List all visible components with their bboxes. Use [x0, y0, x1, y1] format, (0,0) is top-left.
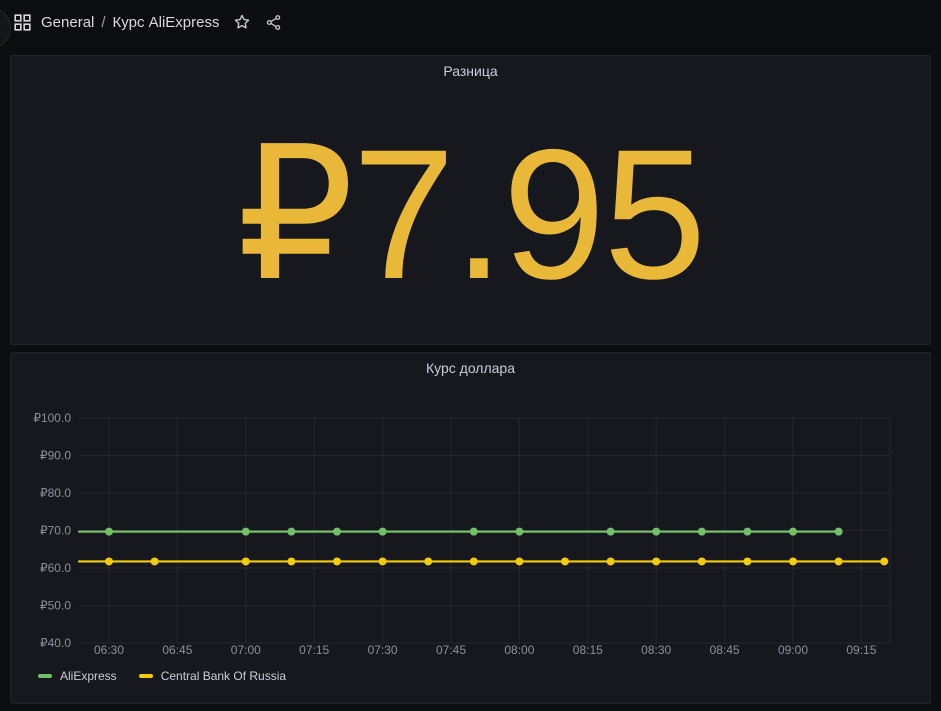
x-axis-tick-label: 08:45	[710, 643, 740, 657]
x-axis-tick-label: 08:15	[573, 643, 603, 657]
legend-label: AliExpress	[60, 669, 117, 683]
series-point	[652, 557, 660, 565]
series-point	[242, 528, 250, 536]
breadcrumb-folder[interactable]: General	[41, 14, 94, 31]
breadcrumb: General / Курс AliExpress	[41, 14, 219, 31]
series-point	[515, 557, 523, 565]
y-axis-tick-label: ₽90.0	[40, 449, 71, 463]
series-point	[105, 557, 113, 565]
x-axis-tick-label: 07:45	[436, 643, 466, 657]
stat-value: ₽7.95	[11, 86, 930, 344]
breadcrumb-separator: /	[101, 14, 105, 31]
series-point	[287, 557, 295, 565]
legend-swatch	[139, 674, 153, 678]
share-icon[interactable]	[265, 14, 282, 31]
series-point	[470, 528, 478, 536]
series-point	[379, 557, 387, 565]
series-point	[835, 557, 843, 565]
dashboard-grid: Разница ₽7.95 Курс доллара ₽100.0 ₽90.0 ₽8…	[0, 55, 941, 704]
x-axis-tick-label: 09:00	[778, 643, 808, 657]
timeseries-chart[interactable]: ₽100.0 ₽90.0 ₽80.0 ₽70.0 ₽60.0 ₽50.0 ₽40.0 06:3…	[11, 396, 928, 666]
top-navbar: General / Курс AliExpress	[0, 0, 941, 44]
y-axis-tick-label: ₽70.0	[40, 524, 71, 538]
series-point	[561, 557, 569, 565]
series-point	[607, 528, 615, 536]
y-axis-tick-label: ₽80.0	[40, 486, 71, 500]
y-axis-tick-label: ₽40.0	[40, 636, 71, 650]
x-axis-tick-label: 08:00	[504, 643, 534, 657]
series-point	[333, 528, 341, 536]
x-axis-tick-label: 06:45	[162, 643, 192, 657]
panel-title-kurs-dollara[interactable]: Курс доллара	[11, 353, 930, 383]
series-point	[242, 557, 250, 565]
legend-label: Central Bank Of Russia	[161, 669, 286, 683]
series-point	[880, 557, 888, 565]
x-axis-tick-label: 07:30	[368, 643, 398, 657]
series-point	[151, 557, 159, 565]
legend-item-central-bank-of-russia[interactable]: Central Bank Of Russia	[139, 669, 286, 683]
series-point	[743, 528, 751, 536]
chart-legend: AliExpress Central Bank Of Russia	[11, 669, 930, 683]
series-point	[789, 557, 797, 565]
legend-swatch	[38, 674, 52, 678]
x-axis-tick-label: 07:00	[231, 643, 261, 657]
x-axis-tick-label: 08:30	[641, 643, 671, 657]
panel-kurs-dollara: Курс доллара ₽100.0₽90.0₽80.0₽70.0₽60.0₽…	[10, 352, 931, 704]
series-point	[105, 528, 113, 536]
series-point	[333, 557, 341, 565]
legend-item-aliexpress[interactable]: AliExpress	[38, 669, 117, 683]
x-axis-tick-label: 09:15	[846, 643, 876, 657]
breadcrumb-dashboard[interactable]: Курс AliExpress	[113, 14, 220, 31]
x-axis-tick-label: 07:15	[299, 643, 329, 657]
y-axis-tick-label: ₽100.0	[33, 411, 71, 425]
series-point	[698, 528, 706, 536]
panel-raznitsa: Разница ₽7.95	[10, 55, 931, 345]
star-icon[interactable]	[233, 13, 251, 31]
series-point	[789, 528, 797, 536]
series-point	[287, 528, 295, 536]
y-axis-tick-label: ₽50.0	[40, 599, 71, 613]
series-point	[652, 528, 660, 536]
side-menu-handle[interactable]	[0, 7, 11, 49]
series-point	[835, 528, 843, 536]
series-point	[698, 557, 706, 565]
series-point	[743, 557, 751, 565]
series-point	[379, 528, 387, 536]
series-point	[470, 557, 478, 565]
x-axis-tick-label: 06:30	[94, 643, 124, 657]
series-point	[607, 557, 615, 565]
series-point	[424, 557, 432, 565]
grid-layout-icon[interactable]	[14, 14, 31, 31]
series-point	[515, 528, 523, 536]
panel-title-raznitsa[interactable]: Разница	[11, 56, 930, 86]
y-axis-tick-label: ₽60.0	[40, 561, 71, 575]
